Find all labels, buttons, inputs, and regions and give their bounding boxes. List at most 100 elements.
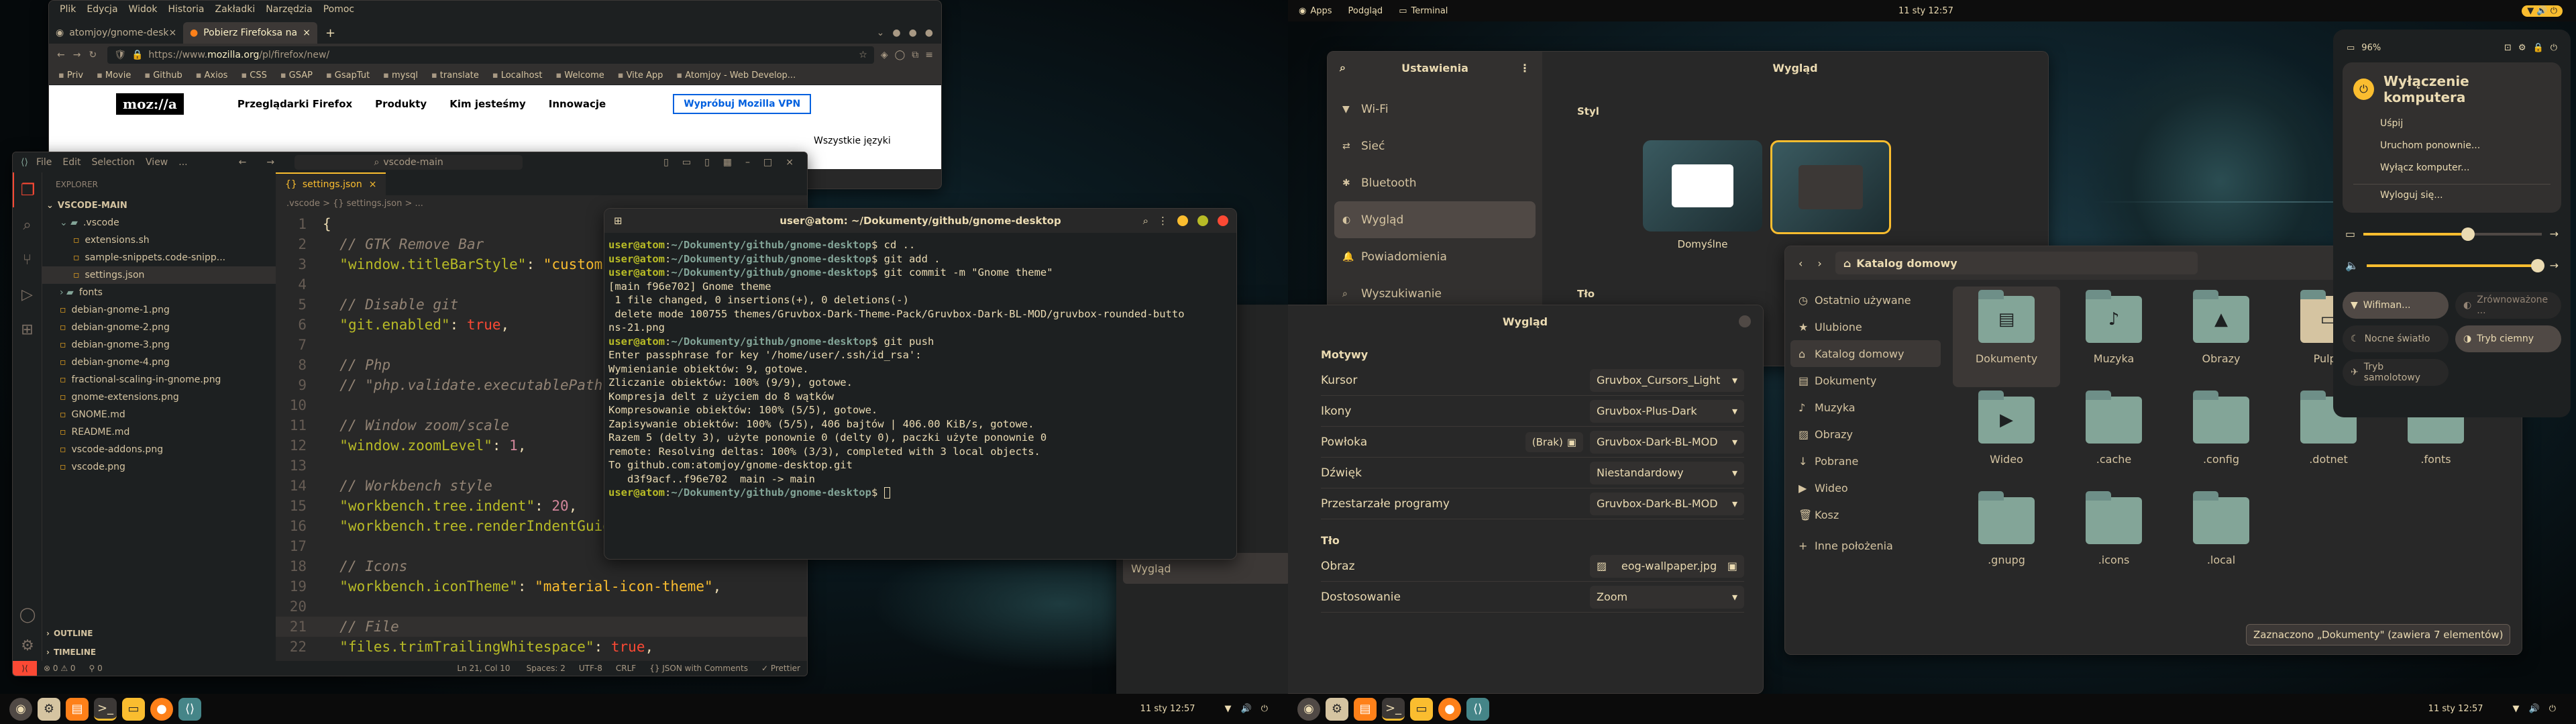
menu-item-3[interactable]: Historia — [168, 4, 205, 15]
clock[interactable]: 11 sty 12:57 — [1898, 6, 1953, 16]
status-item[interactable]: UTF-8 — [579, 664, 602, 673]
power-icon[interactable]: ⏻ — [1261, 704, 1268, 714]
shell-file-button[interactable]: (Brak) ▣ — [1525, 431, 1583, 452]
style-dark-option[interactable] — [1770, 140, 1891, 234]
apps-grid-icon[interactable]: ◉ — [9, 697, 32, 721]
file-item[interactable]: .cache — [2060, 387, 2167, 488]
reload-icon[interactable]: ↻ — [89, 50, 97, 60]
status-item[interactable]: Ln 21, Col 10 — [457, 664, 510, 673]
settings-item-1[interactable]: ⇄ Sieć — [1334, 127, 1536, 164]
minimize-button[interactable]: ● — [892, 28, 900, 38]
tree-item[interactable]: ▫ gnome-extensions.png — [42, 389, 276, 406]
forward-icon[interactable]: › — [1817, 257, 1821, 270]
search-icon[interactable]: ⌕ — [1143, 215, 1148, 227]
star-icon[interactable]: ☆ — [859, 50, 867, 60]
settings-item-3[interactable]: ◐ Wygląd — [1334, 201, 1536, 238]
search-icon[interactable]: ⌕ — [1340, 61, 1346, 74]
style-default-option[interactable]: Domyślne — [1643, 140, 1762, 250]
path-bar[interactable]: ⌂ Katalog domowy — [1835, 252, 2198, 274]
menu-item-4[interactable]: ... — [178, 157, 187, 168]
bookmark-item[interactable]: ▪ Welcome — [555, 70, 610, 81]
vscode-app-icon[interactable]: ⟨⟩ — [178, 697, 201, 721]
power-item-0[interactable]: Uśpij — [2353, 112, 2551, 134]
gear-icon[interactable]: ⚙ — [13, 637, 42, 654]
menu-item-2[interactable]: Selection — [92, 157, 136, 168]
site-nav-1[interactable]: Produkty — [375, 98, 427, 110]
file-item[interactable]: ▶ Wideo — [1953, 387, 2060, 488]
bookmark-item[interactable]: ▪ CSS — [241, 70, 273, 81]
lock-icon[interactable]: 🔒 — [2533, 43, 2544, 53]
firefox-tab-2[interactable]: ● Pobierz Firefoksa na × — [183, 22, 317, 44]
back-icon[interactable]: ‹ — [1799, 257, 1803, 270]
apps-icon[interactable]: ◉ — [1299, 6, 1306, 16]
explorer-root[interactable]: ⌄ VSCODE-MAIN — [42, 197, 276, 214]
status-item[interactable]: {} JSON with Comments — [649, 664, 748, 673]
power-item-1[interactable]: Uruchom ponownie... — [2353, 134, 2551, 156]
dropdown[interactable]: Niestandardowy ▾ — [1590, 461, 1744, 484]
settings-app-icon[interactable]: ⚙ — [38, 697, 60, 721]
file-item[interactable]: ▲ Obrazy — [2167, 287, 2275, 387]
tree-item[interactable]: ▫ README.md — [42, 423, 276, 441]
pocket-icon[interactable]: ◈ — [881, 50, 888, 60]
settings-item-0[interactable]: ▼ Wi-Fi — [1334, 91, 1536, 127]
volume-icon[interactable]: 🔊 — [2529, 704, 2540, 714]
close-icon[interactable]: × — [168, 28, 176, 38]
extensions-icon[interactable]: ⊞ — [13, 312, 42, 347]
files-sidebar-item[interactable]: ↓ Pobrane — [1785, 448, 1946, 474]
status-item[interactable]: CRLF — [616, 664, 636, 673]
tree-item[interactable]: ▫ vscode-addons.png — [42, 441, 276, 458]
close-icon[interactable]: × — [369, 179, 377, 190]
volume-slider[interactable] — [2366, 258, 2544, 272]
status-item[interactable]: ⊗ 0 ⚠ 0 — [44, 664, 76, 673]
explorer-icon[interactable]: ❐ — [13, 172, 42, 207]
bookmark-item[interactable]: ▪ Priv — [58, 70, 90, 81]
extensions-icon[interactable]: ⧉ — [912, 50, 918, 60]
settings-app-icon[interactable]: ⚙ — [1326, 697, 1348, 721]
source-control-icon[interactable]: ⑂ — [13, 242, 42, 277]
dropdown[interactable]: ▨ eog-wallpaper.jpg ▣ — [1590, 554, 1744, 578]
tree-item[interactable]: ▫ debian-gnome-4.png — [42, 354, 276, 371]
bookmark-item[interactable]: ▪ Axios — [196, 70, 235, 81]
wifi-icon[interactable]: ▼ — [1225, 704, 1232, 714]
tree-item[interactable]: ▫ sample-snippets.code-snipp... — [42, 249, 276, 266]
new-tab-button[interactable]: + — [317, 22, 343, 44]
settings-item-4[interactable]: 🔔 Powiadomienia — [1334, 238, 1536, 275]
file-item[interactable]: .icons — [2060, 488, 2167, 588]
terminal-output[interactable]: user@atom:~/Dokumenty/github/gnome-deskt… — [604, 233, 1236, 505]
power-icon[interactable]: ⏻ — [2551, 43, 2557, 53]
tree-item[interactable]: › ▰ fonts — [42, 284, 276, 301]
bookmark-item[interactable]: ▪ mysql — [383, 70, 425, 81]
site-nav-0[interactable]: Przeglądarki Firefox — [237, 98, 352, 110]
bookmark-item[interactable]: ▪ Localhost — [492, 70, 549, 81]
dark-mode-toggle[interactable]: ◑ Tryb ciemny — [2455, 325, 2561, 352]
brightness-slider[interactable] — [2363, 227, 2542, 241]
maximize-button[interactable] — [1197, 215, 1208, 226]
lang-link[interactable]: Wszystkie języki — [814, 136, 891, 146]
files-sidebar-item[interactable]: ▨ Obrazy — [1785, 421, 1946, 448]
files-sidebar-item[interactable]: ★ Ulubione — [1785, 313, 1946, 340]
volume-icon[interactable]: 🔊 — [1241, 704, 1252, 714]
menu-item-3[interactable]: View — [146, 157, 168, 168]
outline-section[interactable]: › OUTLINE — [42, 625, 93, 642]
terminal-app-icon[interactable]: >_ — [94, 697, 117, 721]
status-item[interactable]: ✓ Prettier — [761, 664, 800, 673]
close-button[interactable]: ● — [925, 28, 933, 38]
screenshot-icon[interactable]: ⊡ — [2504, 43, 2512, 53]
layout-custom-icon[interactable]: ▦ — [723, 157, 732, 168]
status-item[interactable]: ⚲ 0 — [89, 664, 103, 673]
power-item-2[interactable]: Wyłącz komputer... — [2353, 156, 2551, 178]
remote-indicator[interactable]: ⟩⟨ — [13, 661, 37, 676]
chevron-down-icon[interactable]: ⌄ — [877, 28, 885, 38]
file-item[interactable]: .config — [2167, 387, 2275, 488]
files-sidebar-item[interactable]: + Inne położenia — [1785, 532, 1946, 559]
bookmark-item[interactable]: ▪ Vite App — [618, 70, 670, 81]
layout-panel-icon[interactable]: ▭ — [682, 157, 691, 168]
menu-item-4[interactable]: Zakładki — [215, 4, 256, 15]
menu-item-0[interactable]: File — [36, 157, 52, 168]
menu-icon[interactable]: ≡ — [925, 50, 933, 60]
bookmark-item[interactable]: ▪ Movie — [97, 70, 138, 81]
bookmark-item[interactable]: ▪ Github — [144, 70, 189, 81]
tree-item[interactable]: ▫ fractional-scaling-in-gnome.png — [42, 371, 276, 389]
apps-button[interactable]: Apps — [1310, 6, 1332, 16]
account-icon[interactable]: ◯ — [13, 607, 42, 623]
